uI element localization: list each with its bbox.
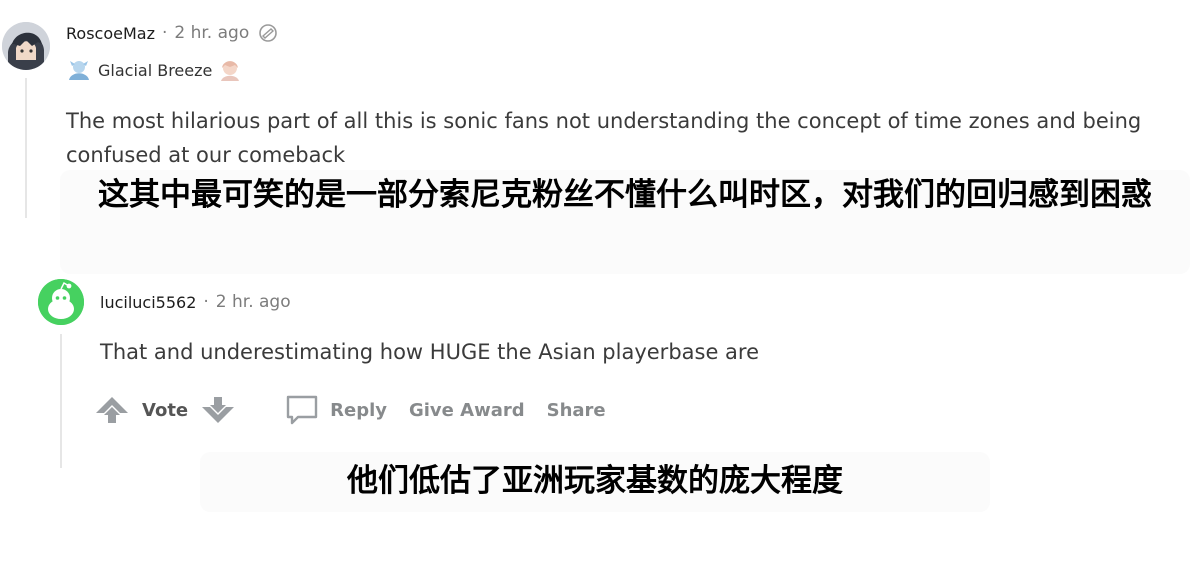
flair-label: Glacial Breeze <box>98 60 213 80</box>
comment-body: That and underestimating how HUGE the As… <box>100 340 760 364</box>
subtitle-chinese-2: 他们低估了亚洲玩家基数的庞大程度 <box>347 463 843 499</box>
comment-actions: Vote Reply Give Award Share <box>92 390 606 430</box>
vote-count: Vote <box>142 399 189 421</box>
timestamp[interactable]: 2 hr. ago <box>216 292 291 312</box>
separator: · <box>161 23 168 43</box>
thread-line-2[interactable] <box>60 334 62 468</box>
separator: · <box>203 292 209 312</box>
username[interactable]: RoscoeMaz <box>66 24 155 43</box>
edited-icon <box>257 23 279 43</box>
username[interactable]: luciluci5562 <box>100 293 196 312</box>
downvote-arrow-icon <box>202 397 235 423</box>
subtitle-chinese-1: 这其中最可笑的是一部分索尼克粉丝不懂什么叫时区，对我们的回归感到困惑 <box>98 177 1152 213</box>
reply-button[interactable]: Reply <box>284 392 387 428</box>
downvote-button[interactable] <box>198 393 238 427</box>
comment-meta: luciluci5562 · 2 hr. ago <box>100 289 291 315</box>
comment-body: The most hilarious part of all this is s… <box>66 109 1142 167</box>
upvote-arrow-icon <box>96 397 128 423</box>
share-button[interactable]: Share <box>547 400 606 421</box>
reddit-snoo-avatar-icon <box>38 279 84 325</box>
give-award-button[interactable]: Give Award <box>409 400 525 421</box>
flair-character-icon <box>217 58 243 82</box>
comment-meta: RoscoeMaz · 2 hr. ago <box>66 20 279 46</box>
avatar[interactable] <box>2 22 50 70</box>
timestamp[interactable]: 2 hr. ago <box>174 23 249 43</box>
speech-bubble-icon <box>284 392 320 428</box>
avatar[interactable] <box>38 279 84 325</box>
reply-label: Reply <box>330 399 387 421</box>
upvote-button[interactable] <box>92 393 132 427</box>
user-flair: Glacial Breeze <box>66 56 243 84</box>
flair-character-icon <box>66 58 92 82</box>
thread-line-1[interactable] <box>25 78 27 218</box>
